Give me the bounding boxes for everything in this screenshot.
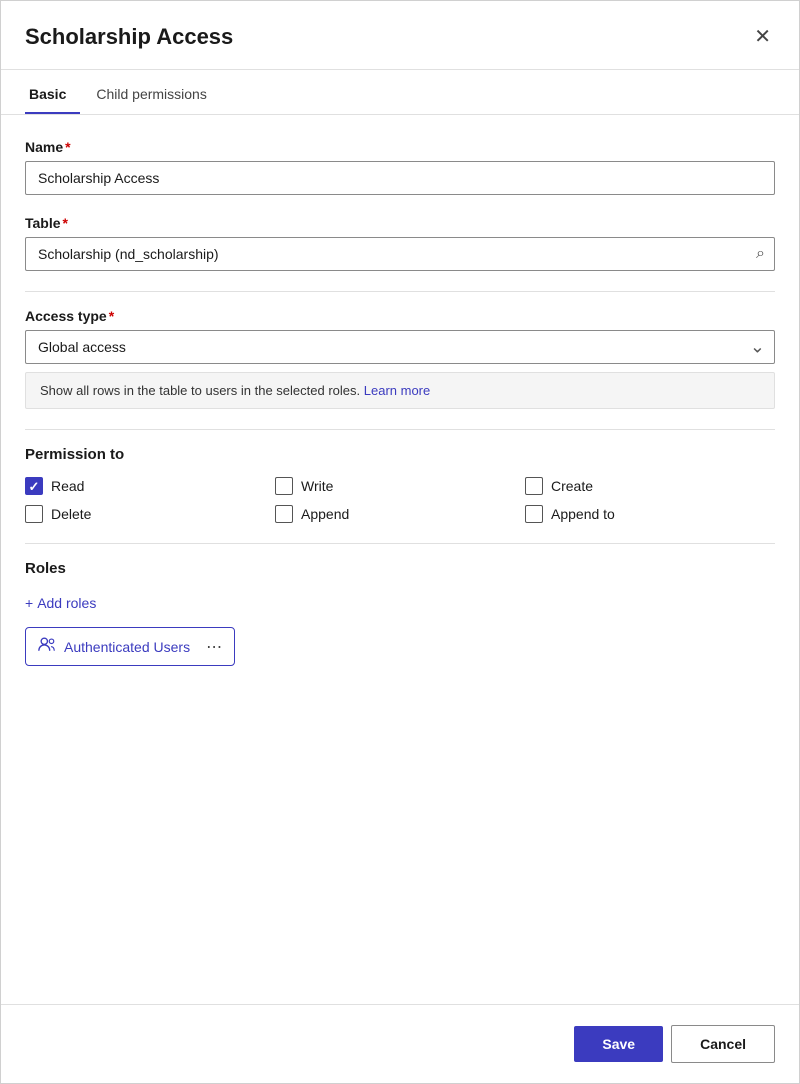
dialog-header: Scholarship Access ✕: [1, 1, 799, 70]
close-icon: ✕: [754, 26, 771, 48]
table-search-wrapper: ⌕: [25, 237, 775, 271]
access-type-required-star: *: [109, 308, 114, 324]
permission-append-label: Append: [301, 506, 349, 522]
name-label: Name*: [25, 139, 775, 155]
access-type-label: Access type*: [25, 308, 775, 324]
tab-basic[interactable]: Basic: [25, 74, 80, 114]
permission-create-label: Create: [551, 478, 593, 494]
dialog-body: Name* Table* ⌕ Access type* Global acces…: [1, 115, 799, 1004]
checkbox-read[interactable]: [25, 477, 43, 495]
dialog-title: Scholarship Access: [25, 24, 233, 50]
roles-section: Roles + Add roles Authenticated User: [25, 560, 775, 666]
divider-1: [25, 291, 775, 292]
checkbox-delete[interactable]: [25, 505, 43, 523]
divider-2: [25, 429, 775, 430]
name-input[interactable]: [25, 161, 775, 195]
divider-3: [25, 543, 775, 544]
name-field-group: Name*: [25, 139, 775, 195]
checkbox-append[interactable]: [275, 505, 293, 523]
table-field-group: Table* ⌕: [25, 215, 775, 271]
role-tag-authenticated-users: Authenticated Users ⋯: [25, 627, 235, 666]
tab-child-permissions[interactable]: Child permissions: [92, 74, 220, 114]
permission-read-label: Read: [51, 478, 84, 494]
table-required-star: *: [63, 215, 68, 231]
save-button[interactable]: Save: [574, 1026, 663, 1062]
permissions-section-title: Permission to: [25, 446, 775, 463]
checkbox-write[interactable]: [275, 477, 293, 495]
permission-append: Append: [275, 505, 525, 523]
role-tag-authenticated-users-label: Authenticated Users: [64, 639, 190, 655]
checkbox-append-to[interactable]: [525, 505, 543, 523]
permission-append-to-label: Append to: [551, 506, 615, 522]
cancel-button[interactable]: Cancel: [671, 1025, 775, 1063]
role-tags-container: Authenticated Users ⋯: [25, 627, 775, 666]
permission-read: Read: [25, 477, 275, 495]
table-label: Table*: [25, 215, 775, 231]
role-tag-menu-icon[interactable]: ⋯: [206, 637, 222, 657]
permission-append-to: Append to: [525, 505, 775, 523]
permission-write: Write: [275, 477, 525, 495]
user-group-icon: [38, 636, 56, 657]
plus-icon: +: [25, 595, 33, 611]
permissions-grid: Read Write Create Delete Append: [25, 477, 775, 523]
close-button[interactable]: ✕: [750, 23, 775, 51]
access-type-field-group: Access type* Global access Owner Contact…: [25, 308, 775, 409]
add-roles-button[interactable]: + Add roles: [25, 591, 96, 615]
dialog-footer: Save Cancel: [1, 1004, 799, 1083]
permission-delete-label: Delete: [51, 506, 91, 522]
access-type-select-wrapper: Global access Owner Contact ⌄: [25, 330, 775, 364]
table-input[interactable]: [25, 237, 775, 271]
tab-bar: Basic Child permissions: [1, 74, 799, 115]
permission-delete: Delete: [25, 505, 275, 523]
name-required-star: *: [65, 139, 70, 155]
learn-more-link[interactable]: Learn more: [364, 383, 430, 398]
access-type-select[interactable]: Global access Owner Contact: [25, 330, 775, 364]
permissions-group: Permission to Read Write Create Delete: [25, 446, 775, 523]
permission-create: Create: [525, 477, 775, 495]
dialog: Scholarship Access ✕ Basic Child permiss…: [0, 0, 800, 1084]
permission-write-label: Write: [301, 478, 333, 494]
roles-section-title: Roles: [25, 560, 775, 577]
access-type-info-box: Show all rows in the table to users in t…: [25, 372, 775, 409]
checkbox-create[interactable]: [525, 477, 543, 495]
